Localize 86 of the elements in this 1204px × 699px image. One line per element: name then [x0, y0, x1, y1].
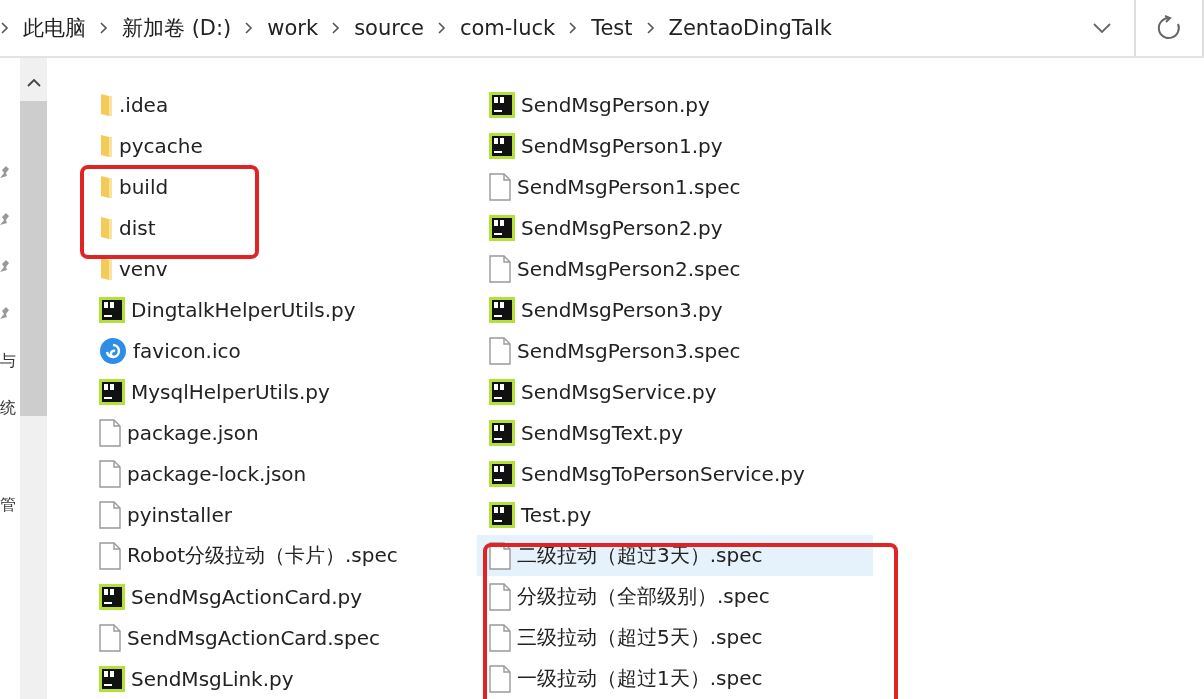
folder-icon [99, 92, 113, 117]
document-icon [99, 459, 121, 488]
file-item[interactable]: SendMsgPerson2.spec [477, 248, 873, 289]
file-item[interactable]: SendMsgPerson.py [477, 84, 873, 125]
scroll-up-icon[interactable] [26, 78, 41, 87]
refresh-button[interactable] [1134, 0, 1204, 56]
document-icon [99, 500, 121, 529]
file-item[interactable]: package.json [91, 412, 477, 453]
chevron-right-icon[interactable] [99, 21, 109, 35]
breadcrumb-item[interactable]: com-luck [459, 16, 556, 40]
breadcrumb-item[interactable]: work [267, 16, 319, 40]
document-icon [489, 336, 511, 365]
document-icon [489, 172, 511, 201]
file-item[interactable]: SendMsgService.py [477, 371, 873, 412]
file-item[interactable]: MysqlHelperUtils.py [91, 371, 477, 412]
swirl-icon [99, 336, 127, 365]
file-item[interactable]: SendMsgText.py [477, 412, 873, 453]
breadcrumb-item[interactable]: 此电脑 [23, 14, 86, 42]
pycharm-file-icon [489, 296, 515, 323]
scroll-thumb[interactable] [20, 101, 47, 416]
file-item[interactable]: Test.py [477, 494, 873, 535]
file-item[interactable]: pycache [91, 125, 477, 166]
document-icon [99, 541, 121, 570]
folder-icon [99, 256, 113, 281]
pycharm-file-icon [489, 214, 515, 241]
file-item[interactable]: DingtalkHelperUtils.py [91, 289, 477, 330]
breadcrumb-item[interactable]: ZentaoDingTalk [668, 16, 832, 40]
file-item[interactable]: venv [91, 248, 477, 289]
pycharm-file-icon [489, 132, 515, 159]
breadcrumb-item[interactable]: 新加卷 (D:) [122, 14, 232, 42]
chevron-right-icon[interactable] [645, 21, 656, 35]
file-item[interactable]: 三级拉动（超过5天）.spec [477, 617, 873, 658]
nav-label[interactable]: 管 [0, 498, 16, 512]
file-item[interactable]: SendMsgPerson3.py [477, 289, 873, 330]
folder-icon [99, 133, 113, 158]
document-icon [99, 623, 121, 652]
document-icon [489, 664, 511, 693]
nav-label[interactable]: 与 [0, 354, 16, 368]
file-item[interactable]: SendMsgToPersonService.py [477, 453, 873, 494]
chevron-right-icon[interactable] [244, 21, 255, 35]
document-icon [489, 623, 511, 652]
pycharm-file-icon [99, 665, 125, 692]
pycharm-file-icon [489, 501, 515, 528]
pin-icon [0, 213, 9, 227]
document-icon [489, 254, 511, 283]
breadcrumb-item[interactable]: Test [591, 16, 633, 40]
file-item[interactable]: package-lock.json [91, 453, 477, 494]
pycharm-file-icon [489, 460, 515, 487]
chevron-right-icon[interactable] [331, 21, 342, 35]
file-item[interactable]: SendMsgPerson3.spec [477, 330, 873, 371]
file-item[interactable]: Robot分级拉动（卡片）.spec [91, 535, 477, 576]
file-item[interactable]: SendMsgPerson1.spec [477, 166, 873, 207]
pycharm-file-icon [489, 91, 515, 118]
document-icon [489, 582, 511, 611]
nav-label[interactable]: 统 [0, 401, 16, 415]
pycharm-file-icon [99, 296, 125, 323]
file-item[interactable]: pyinstaller [91, 494, 477, 535]
folder-icon [99, 215, 113, 240]
folder-icon [99, 174, 113, 199]
chevron-right-icon[interactable] [0, 21, 10, 35]
file-item[interactable]: .idea [91, 84, 477, 125]
pin-icon [0, 260, 9, 274]
file-item[interactable]: 一级拉动（超过1天）.spec [477, 658, 873, 699]
pycharm-file-icon [489, 419, 515, 446]
selected-file-item[interactable]: 二级拉动（超过3天）.spec [477, 535, 873, 576]
scrollbar[interactable] [20, 58, 47, 699]
file-item[interactable]: dist [91, 207, 477, 248]
file-item[interactable]: 分级拉动（全部级别）.spec [477, 576, 873, 617]
file-item[interactable]: SendMsgPerson2.py [477, 207, 873, 248]
breadcrumb-item[interactable]: source [354, 16, 424, 40]
file-item[interactable]: SendMsgLink.py [91, 658, 477, 699]
pycharm-file-icon [99, 378, 125, 405]
file-item[interactable]: build [91, 166, 477, 207]
pycharm-file-icon [489, 378, 515, 405]
pin-icon [0, 166, 9, 180]
pin-icon [0, 307, 9, 321]
chevron-right-icon[interactable] [436, 21, 447, 35]
file-item[interactable]: SendMsgActionCard.spec [91, 617, 477, 658]
file-item[interactable]: SendMsgActionCard.py [91, 576, 477, 617]
dropdown-icon[interactable] [1092, 22, 1112, 34]
pycharm-file-icon [99, 583, 125, 610]
file-item[interactable]: favicon.ico [91, 330, 477, 371]
refresh-icon [1156, 15, 1182, 41]
chevron-right-icon[interactable] [568, 21, 579, 35]
file-item[interactable]: SendMsgPerson1.py [477, 125, 873, 166]
document-icon [99, 418, 121, 447]
